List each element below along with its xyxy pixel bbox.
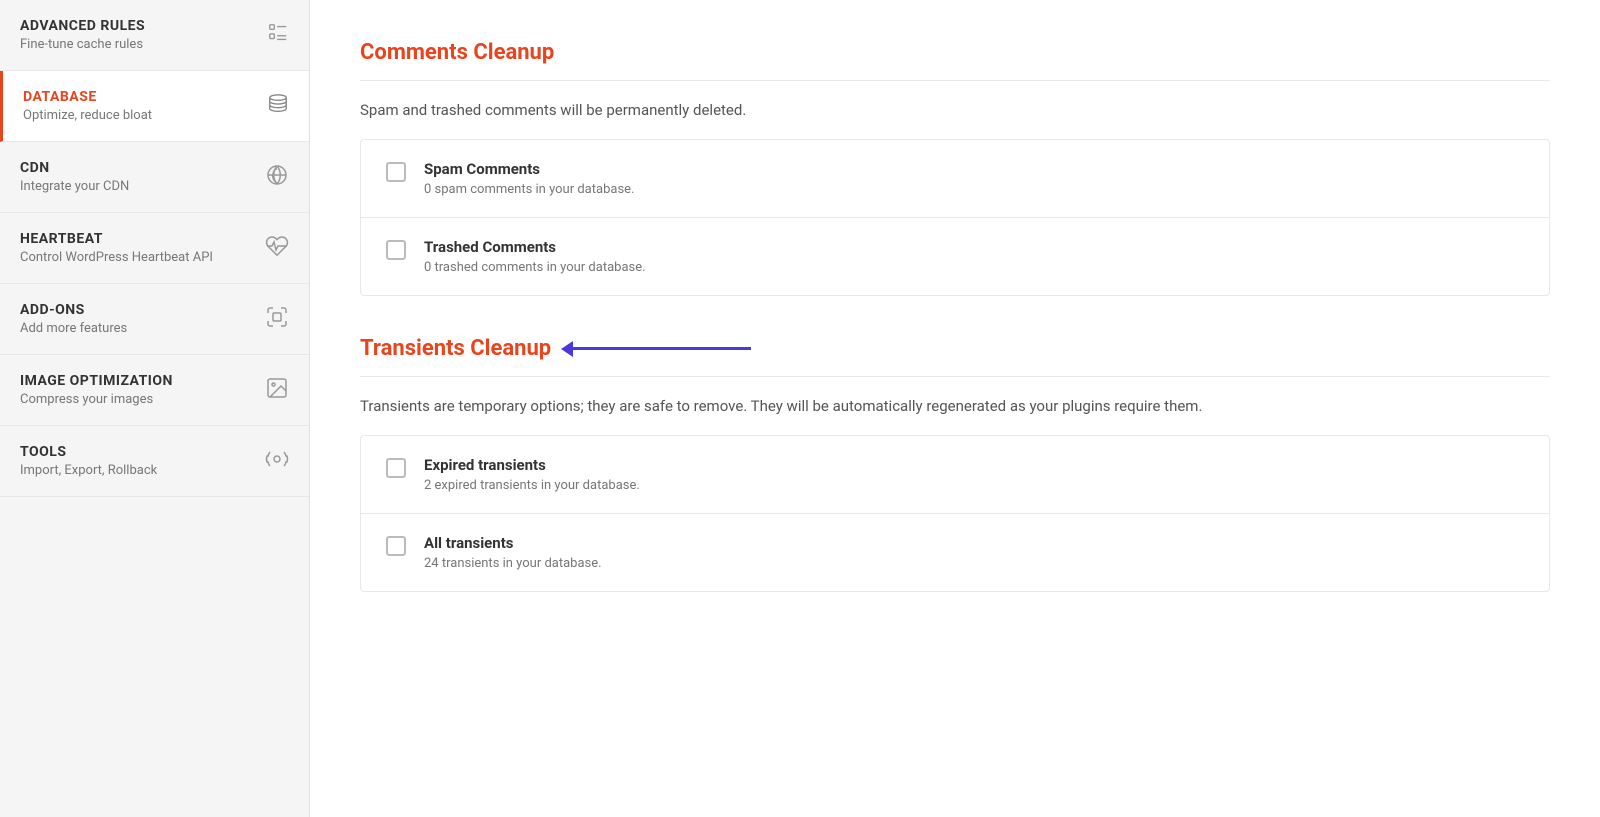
all-transients-checkbox[interactable] — [386, 536, 406, 556]
all-transients-row: All transients 24 transients in your dat… — [361, 514, 1549, 591]
transients-cleanup-title: Transients Cleanup — [360, 336, 551, 361]
comments-cleanup-divider — [360, 80, 1550, 81]
sidebar-item-advanced-rules-subtitle: Fine-tune cache rules — [20, 37, 145, 52]
sidebar-item-cdn-subtitle: Integrate your CDN — [20, 179, 129, 194]
comments-cleanup-options: Spam Comments 0 spam comments in your da… — [360, 139, 1550, 296]
transients-cleanup-description: Transients are temporary options; they a… — [360, 397, 1550, 415]
expired-transients-label: Expired transients — [424, 456, 640, 474]
arrow-line — [571, 347, 751, 350]
main-content: Comments Cleanup Spam and trashed commen… — [310, 0, 1600, 817]
comments-cleanup-title: Comments Cleanup — [360, 40, 1550, 65]
cdn-icon — [265, 163, 289, 192]
comments-cleanup-section: Comments Cleanup Spam and trashed commen… — [360, 40, 1550, 296]
sidebar-item-image-optimization-title: IMAGE OPTIMIZATION — [20, 373, 173, 389]
sidebar-item-advanced-rules[interactable]: ADVANCED RULES Fine-tune cache rules — [0, 0, 309, 71]
expired-transients-info: 2 expired transients in your database. — [424, 478, 640, 493]
sidebar-item-add-ons-subtitle: Add more features — [20, 321, 127, 336]
sidebar-item-add-ons[interactable]: ADD-ONS Add more features — [0, 284, 309, 355]
sidebar-item-image-optimization-subtitle: Compress your images — [20, 392, 173, 407]
comments-cleanup-description: Spam and trashed comments will be perman… — [360, 101, 1550, 119]
sidebar-item-database[interactable]: DATABASE Optimize, reduce bloat — [0, 71, 309, 142]
spam-comments-checkbox[interactable] — [386, 162, 406, 182]
sidebar: ADVANCED RULES Fine-tune cache rules DAT… — [0, 0, 310, 817]
transients-cleanup-divider — [360, 376, 1550, 377]
spam-comments-row: Spam Comments 0 spam comments in your da… — [361, 140, 1549, 218]
add-ons-icon — [265, 305, 289, 334]
sidebar-item-database-subtitle: Optimize, reduce bloat — [23, 108, 152, 123]
transients-cleanup-header: Transients Cleanup — [360, 336, 1550, 361]
sidebar-item-database-title: DATABASE — [23, 89, 152, 105]
trashed-comments-info: 0 trashed comments in your database. — [424, 260, 646, 275]
sidebar-item-add-ons-title: ADD-ONS — [20, 302, 127, 318]
sidebar-item-image-optimization[interactable]: IMAGE OPTIMIZATION Compress your images — [0, 355, 309, 426]
expired-transients-checkbox[interactable] — [386, 458, 406, 478]
spam-comments-label: Spam Comments — [424, 160, 634, 178]
trashed-comments-label: Trashed Comments — [424, 238, 646, 256]
sidebar-item-cdn-title: CDN — [20, 160, 129, 176]
arrow-annotation — [571, 347, 751, 350]
trashed-comments-row: Trashed Comments 0 trashed comments in y… — [361, 218, 1549, 295]
sidebar-item-tools-title: TOOLS — [20, 444, 157, 460]
sidebar-item-tools-subtitle: Import, Export, Rollback — [20, 463, 157, 478]
advanced-rules-icon — [267, 22, 289, 49]
sidebar-item-heartbeat[interactable]: HEARTBEAT Control WordPress Heartbeat AP… — [0, 213, 309, 284]
image-optimization-icon — [265, 376, 289, 405]
transients-cleanup-options: Expired transients 2 expired transients … — [360, 435, 1550, 592]
database-icon — [267, 92, 289, 121]
tools-icon — [265, 447, 289, 476]
all-transients-label: All transients — [424, 534, 602, 552]
sidebar-item-heartbeat-title: HEARTBEAT — [20, 231, 213, 247]
sidebar-item-tools[interactable]: TOOLS Import, Export, Rollback — [0, 426, 309, 497]
trashed-comments-checkbox[interactable] — [386, 240, 406, 260]
sidebar-item-heartbeat-subtitle: Control WordPress Heartbeat API — [20, 250, 213, 265]
sidebar-item-advanced-rules-title: ADVANCED RULES — [20, 18, 145, 34]
expired-transients-row: Expired transients 2 expired transients … — [361, 436, 1549, 514]
spam-comments-info: 0 spam comments in your database. — [424, 182, 634, 197]
transients-cleanup-section: Transients Cleanup Transients are tempor… — [360, 336, 1550, 592]
heartbeat-icon — [265, 234, 289, 263]
all-transients-info: 24 transients in your database. — [424, 556, 602, 571]
sidebar-item-cdn[interactable]: CDN Integrate your CDN — [0, 142, 309, 213]
